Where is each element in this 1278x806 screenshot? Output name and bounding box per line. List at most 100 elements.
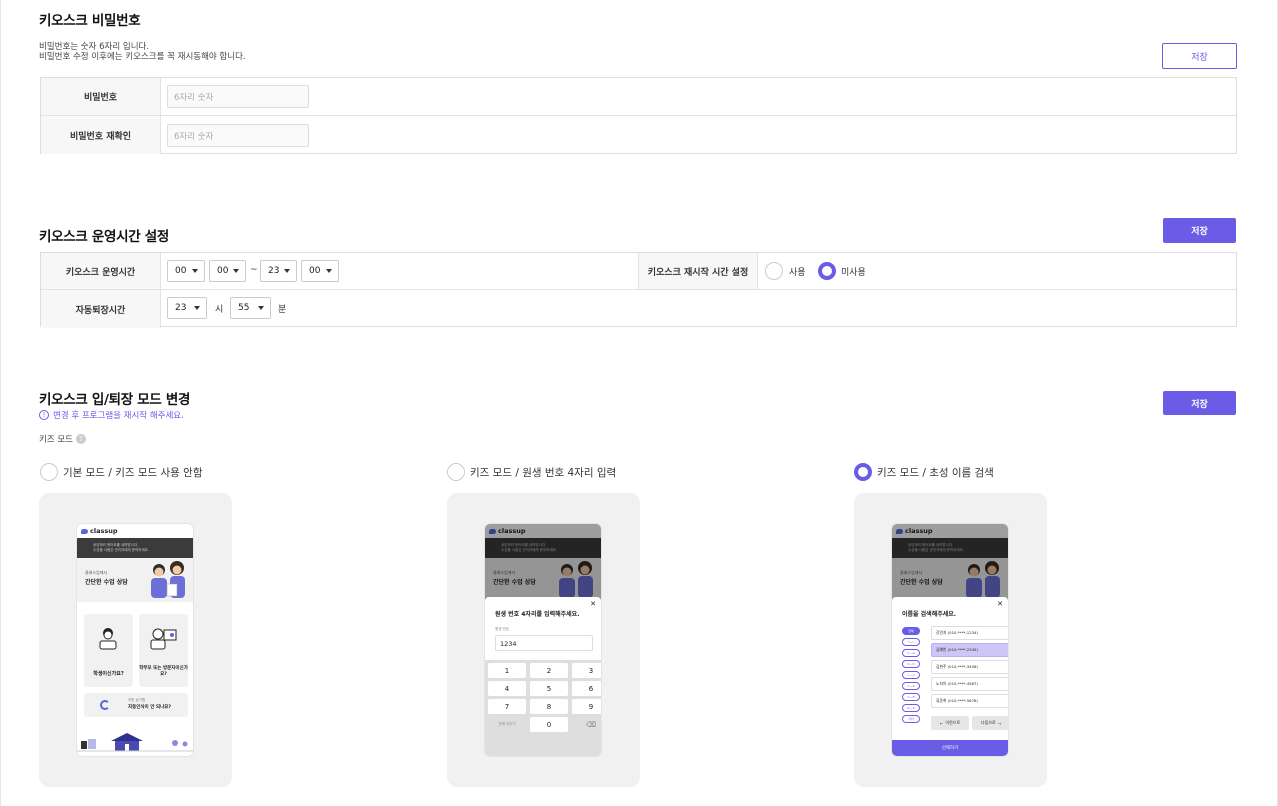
restart-use-label: 사용 [789,268,806,278]
min-unit: 분 [278,305,287,315]
parent-icon [150,628,177,650]
name-result-selected: 김예빈 (010-****-2345) [931,643,1008,657]
name-result: 류준희 (010-****-5678) [931,694,1008,708]
start-hour-value: 00 [175,266,187,276]
backspace-icon: ⌫ [586,720,596,729]
hours-label: 키오스크 운영시간 [41,253,161,289]
page: 키오스크 비밀번호 비밀번호는 숫자 6자리 입니다. 비밀번호 수정 이후에는… [0,0,1278,806]
info-icon: ! [39,410,49,420]
password-desc-line1: 비밀번호는 숫자 6자리 입니다. [39,42,150,52]
auto-exit-label: 자동퇴장시간 [41,290,161,328]
end-hour-select[interactable]: 23 [260,260,297,282]
student-question: 학생이신가요? [93,671,124,677]
restart-nouse-radio[interactable] [818,262,836,280]
name-result: 강민지 (010-****-1234) [931,626,1008,640]
password-row: 비밀번호 6자리 숫자 [41,78,1236,116]
mode-name-label: 키즈 모드 / 초성 이름 검색 [877,467,994,479]
mode-save-button[interactable]: 저장 [1163,391,1236,415]
mode-number-radio[interactable] [447,463,465,481]
number-modal: ✕ 원생 번호 4자리를 입력해주세요. 원생 번호 1234 입력하기 1 2… [485,597,601,756]
student-option: 학생이신가요? [84,614,133,687]
mode-notice-text: 변경 후 프로그램을 재시작 해주세요. [53,411,184,421]
chosung-item: 전체 [902,627,920,635]
start-min-select[interactable]: 00 [209,260,246,282]
hours-section-title: 키오스크 운영시간 설정 [39,229,169,245]
mode-name-radio[interactable] [854,463,872,481]
password-confirm-label: 비밀번호 재확인 [41,116,161,154]
name-result: 노지아 (010-****-4567) [931,677,1008,691]
chosung-list: 전체 ㄱ~ㄴ ㄷ~ㄹ ㅁ~ㅂ ㅅ~ㅇ ㅈ~ㅊ ㅋ~ㅌ ㅍ~ㅎ 기타 [902,627,920,726]
auto-exit-row: 자동퇴장시간 23 시 55 분 [41,290,1236,328]
password-desc-line2: 비밀번호 수정 이후에는 키오스크를 꼭 재시동해야 합니다. [39,52,246,62]
mode-number-label: 키즈 모드 / 원생 번호 4자리 입력 [470,467,617,479]
hours-table: 키오스크 운영시간 00 00 ~ 23 00 키오스크 재시작 시간 설정 사… [40,252,1237,328]
key-1: 1 [488,663,526,678]
parent-question: 학부모 또는 방문자이신가요? [139,666,188,677]
chevron-down-icon [192,269,198,273]
close-icon: ✕ [590,600,596,608]
range-separator: ~ [250,265,258,275]
number-modal-title: 원생 번호 4자리를 입력해주세요. [495,611,580,618]
prev-button: ← 이전으로 [931,716,969,730]
forgot-line1: 이런 상기원 [128,698,146,702]
auto-hour-value: 23 [175,303,187,313]
student-icon [99,628,117,650]
key-clear: 전체 지우기 [498,722,516,726]
hero: 클래스업에서 간단한 수업 상담 [77,558,193,602]
preview-name-card[interactable]: classup 상담하러 왔어요를 내려받나다. 수강할 사람은 관리자에게 문의… [854,493,1047,787]
people-illustration [151,561,185,598]
key-6: 6 [572,681,601,696]
forgot-line2: 자동인식이 안 되나요? [128,705,172,710]
keypad: 1 2 3 4 5 6 7 8 9 전체 지우기 0 ⌫ [485,660,601,756]
preview-number-card[interactable]: classup 상담하러 왔어요를 내려받나다. 수강할 사람은 관리자에게 문의… [447,493,640,787]
mode-notice: ! 변경 후 프로그램을 재시작 해주세요. [39,409,184,421]
password-confirm-row: 비밀번호 재확인 6자리 숫자 [41,116,1236,154]
mode-default-radio[interactable] [40,463,58,481]
chosung-item: ㄱ~ㄴ [902,638,920,646]
restart-nouse-label: 미사용 [841,268,866,278]
chosung-item: ㅋ~ㅌ [902,693,920,701]
end-min-value: 00 [309,266,321,276]
name-modal: ✕ 이름을 검색해주세요. 전체 ㄱ~ㄴ ㄷ~ㄹ ㅁ~ㅂ ㅅ~ㅇ ㅈ~ㅊ ㅋ~ㅌ… [892,597,1008,756]
end-min-select[interactable]: 00 [301,260,339,282]
start-hour-select[interactable]: 00 [167,260,205,282]
password-confirm-input[interactable]: 6자리 숫자 [167,124,309,147]
key-4: 4 [488,681,526,696]
restart-use-radio[interactable] [765,262,783,280]
school-illustration [77,733,193,752]
help-icon[interactable]: ? [75,434,86,444]
preview-default-screen: classup 상담하러 왔어요를 내려받나다. 수강할 사람은 관리자에게 문의… [76,523,194,757]
chosung-item: ㄷ~ㄹ [902,649,920,657]
mode-default-label: 기본 모드 / 키즈 모드 사용 안함 [63,467,203,479]
restart-label: 키오스크 재시작 시간 설정 [638,253,758,289]
chevron-down-icon [284,269,290,273]
chosung-item: ㅈ~ㅊ [902,682,920,690]
chevron-down-icon [258,306,264,310]
preview-number-screen: classup 상담하러 왔어요를 내려받나다. 수강할 사람은 관리자에게 문의… [484,523,602,757]
arrow-left-icon: ← [939,720,944,726]
password-label: 비밀번호 [41,78,161,115]
start-min-value: 00 [217,266,229,276]
notice-bar: 상담하러 왔어요를 내려받나다. 수강할 사람은 관리자에게 문의하세요. [77,538,193,558]
chosung-item: ㅍ~ㅎ [902,704,920,712]
name-result-list: 강민지 (010-****-1234) 김예빈 (010-****-2345) … [931,626,1008,711]
parent-option: 학부모 또는 방문자이신가요? [139,614,188,687]
end-hour-value: 23 [268,266,280,276]
close-icon: ✕ [997,600,1003,608]
hours-row: 키오스크 운영시간 00 00 ~ 23 00 키오스크 재시작 시간 설정 사… [41,253,1236,290]
refresh-icon [100,700,110,710]
preview-default-card[interactable]: classup 상담하러 왔어요를 내려받나다. 수강할 사람은 관리자에게 문의… [39,493,232,787]
auto-min-select[interactable]: 55 [230,297,271,319]
forgot-option: 이런 상기원 자동인식이 안 되나요? [84,693,188,717]
auto-hour-select[interactable]: 23 [167,297,207,319]
key-0: 0 [530,717,568,732]
key-2: 2 [530,663,568,678]
key-5: 5 [530,681,568,696]
logo: classup [81,527,118,535]
password-section-title: 키오스크 비밀번호 [39,13,141,29]
hours-save-button[interactable]: 저장 [1163,218,1236,243]
password-save-button[interactable]: 저장 [1162,43,1237,69]
password-input[interactable]: 6자리 숫자 [167,85,309,108]
next-button: 다음으로 → [972,716,1008,730]
name-submit-button: 선택하기 [892,740,1008,756]
